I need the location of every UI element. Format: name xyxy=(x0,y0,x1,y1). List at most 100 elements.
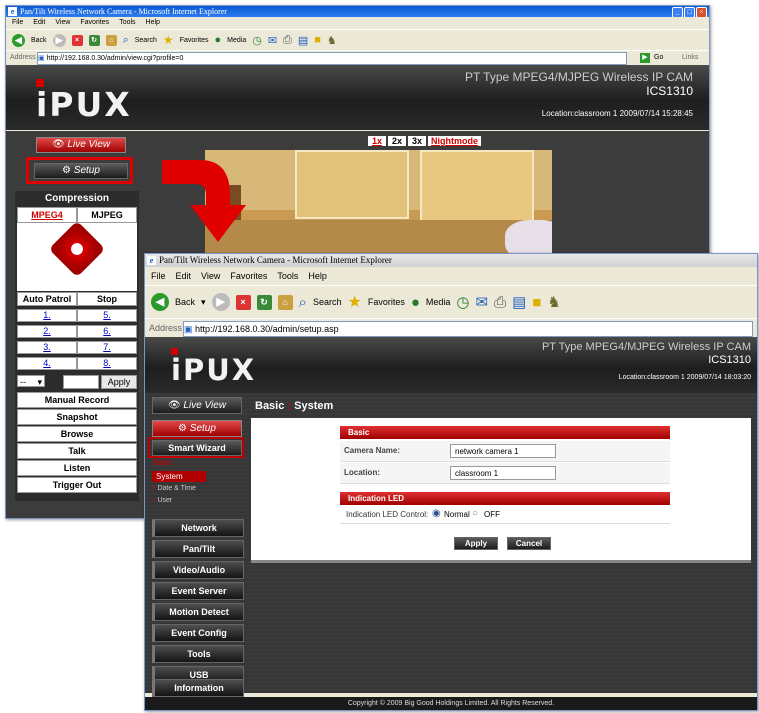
menu-tools[interactable]: Tools xyxy=(277,268,298,284)
go-arrow-icon[interactable]: ▶ xyxy=(640,53,650,63)
back-button-label[interactable]: Back xyxy=(31,37,47,44)
preset-8[interactable]: 8. xyxy=(77,357,137,370)
submenu-date-time[interactable]: ▪ Date & Time xyxy=(153,485,196,492)
location-field[interactable]: classroom 1 xyxy=(450,466,556,480)
forward-arrow-icon[interactable]: ▶ xyxy=(52,33,66,47)
menu-favorites[interactable]: Favorites xyxy=(230,268,267,284)
media-icon[interactable]: ● xyxy=(214,34,221,46)
auto-patrol-button[interactable]: Auto Patrol xyxy=(17,292,77,306)
back-arrow-icon[interactable]: ◀ xyxy=(151,293,169,311)
sidebar-item-network[interactable]: Network xyxy=(152,519,244,537)
close-icon[interactable]: × xyxy=(696,7,707,17)
preset-number-input[interactable] xyxy=(63,375,99,389)
menu-view[interactable]: View xyxy=(55,18,70,28)
menu-help[interactable]: Help xyxy=(146,18,160,28)
mjpeg-option[interactable]: MJPEG xyxy=(77,207,137,223)
folder-icon[interactable]: ■ xyxy=(532,294,541,311)
radio-off-icon[interactable]: ○ xyxy=(472,508,478,519)
media-button-label[interactable]: Media xyxy=(426,297,451,307)
setup-button[interactable]: ⚙ Setup xyxy=(152,420,242,437)
submenu-user[interactable]: ▪ User xyxy=(153,497,172,504)
menu-tools[interactable]: Tools xyxy=(119,18,135,28)
back-button-label[interactable]: Back xyxy=(175,297,195,307)
favorites-star-icon[interactable]: ★ xyxy=(347,292,361,312)
menu-favorites[interactable]: Favorites xyxy=(80,18,109,28)
preset-apply-button[interactable]: Apply xyxy=(101,375,137,389)
history-icon[interactable]: ◷ xyxy=(252,34,262,47)
preset-select[interactable]: -- ▾ xyxy=(17,375,45,387)
mail-icon[interactable]: ✉ xyxy=(476,293,489,311)
search-icon[interactable]: ⌕ xyxy=(299,294,307,311)
links-label[interactable]: Links xyxy=(682,51,698,65)
home-icon[interactable]: ⌂ xyxy=(105,34,117,46)
preset-2[interactable]: 2. xyxy=(17,325,77,338)
menu-file[interactable]: File xyxy=(12,18,23,28)
back-address-input[interactable]: ▣ http://192.168.0.30/admin/view.cgi?pro… xyxy=(37,52,627,65)
favorites-button-label[interactable]: Favorites xyxy=(368,297,405,307)
search-button-label[interactable]: Search xyxy=(135,37,157,44)
sidebar-item-motion-detect[interactable]: Motion Detect xyxy=(152,603,244,621)
folder-icon[interactable]: ■ xyxy=(314,34,321,46)
sidebar-item-event-config[interactable]: Event Config xyxy=(152,624,244,642)
sidebar-item-pan-tilt[interactable]: Pan/Tilt xyxy=(152,540,244,558)
preset-1[interactable]: 1. xyxy=(17,309,77,322)
search-button-label[interactable]: Search xyxy=(313,297,342,307)
live-view-button[interactable]: 👁 Live View xyxy=(152,397,242,414)
zoom-2x-button[interactable]: 2x xyxy=(388,136,407,146)
led-normal-label[interactable]: Normal xyxy=(444,510,470,519)
edit-icon[interactable]: ▤ xyxy=(512,293,526,311)
stop-icon[interactable]: × xyxy=(71,34,83,46)
browse-button[interactable]: Browse xyxy=(17,426,137,442)
manual-record-button[interactable]: Manual Record xyxy=(17,392,137,408)
sidebar-item-information[interactable]: Information xyxy=(152,679,244,697)
messenger-icon[interactable]: ♞ xyxy=(547,293,560,311)
led-off-label[interactable]: OFF xyxy=(484,510,500,519)
dropdown-icon[interactable]: ▾ xyxy=(201,297,206,308)
go-button-label[interactable]: Go xyxy=(654,51,663,65)
live-view-button[interactable]: 👁 Live View xyxy=(36,137,126,153)
front-address-input[interactable]: ▣ http://192.168.0.30/admin/setup.asp xyxy=(183,321,753,337)
menu-view[interactable]: View xyxy=(201,268,220,284)
stop-patrol-button[interactable]: Stop xyxy=(77,292,137,306)
snapshot-button[interactable]: Snapshot xyxy=(17,409,137,425)
menu-edit[interactable]: Edit xyxy=(33,18,45,28)
submenu-system[interactable]: System xyxy=(152,471,206,482)
zoom-3x-button[interactable]: 3x xyxy=(408,136,427,146)
mpeg4-option[interactable]: MPEG4 xyxy=(17,207,77,223)
favorites-button-label[interactable]: Favorites xyxy=(180,37,209,44)
history-icon[interactable]: ◷ xyxy=(456,293,469,311)
menu-help[interactable]: Help xyxy=(308,268,327,284)
media-icon[interactable]: ● xyxy=(411,294,420,311)
talk-button[interactable]: Talk xyxy=(17,443,137,459)
print-icon[interactable]: ⎙ xyxy=(494,294,506,311)
refresh-icon[interactable]: ↻ xyxy=(256,294,272,310)
refresh-icon[interactable]: ↻ xyxy=(88,34,100,46)
cancel-button[interactable]: Cancel xyxy=(507,537,551,550)
media-button-label[interactable]: Media xyxy=(227,37,246,44)
nightmode-button[interactable]: Nightmode xyxy=(428,136,482,146)
sidebar-item-tools[interactable]: Tools xyxy=(152,645,244,663)
preset-4[interactable]: 4. xyxy=(17,357,77,370)
maximize-icon[interactable]: □ xyxy=(684,7,695,17)
apply-button[interactable]: Apply xyxy=(454,537,498,550)
camera-name-field[interactable]: network camera 1 xyxy=(450,444,556,458)
preset-5[interactable]: 5. xyxy=(77,309,137,322)
print-icon[interactable]: ⎙ xyxy=(283,34,292,47)
preset-7[interactable]: 7. xyxy=(77,341,137,354)
stop-icon[interactable]: × xyxy=(235,294,251,310)
messenger-icon[interactable]: ♞ xyxy=(327,34,337,47)
back-arrow-icon[interactable]: ◀ xyxy=(12,33,25,47)
search-icon[interactable]: ⌕ xyxy=(123,34,129,47)
menu-file[interactable]: File xyxy=(151,268,166,284)
preset-6[interactable]: 6. xyxy=(77,325,137,338)
sidebar-item-event-server[interactable]: Event Server xyxy=(152,582,244,600)
trigger-out-button[interactable]: Trigger Out xyxy=(17,477,137,493)
home-icon[interactable]: ⌂ xyxy=(277,294,293,310)
mail-icon[interactable]: ✉ xyxy=(268,34,277,47)
zoom-1x-button[interactable]: 1x xyxy=(368,136,387,146)
menu-edit[interactable]: Edit xyxy=(176,268,192,284)
favorites-star-icon[interactable]: ★ xyxy=(163,33,174,47)
listen-button[interactable]: Listen xyxy=(17,460,137,476)
radio-normal-icon[interactable]: ◉ xyxy=(432,508,441,519)
forward-arrow-icon[interactable]: ▶ xyxy=(211,293,230,311)
